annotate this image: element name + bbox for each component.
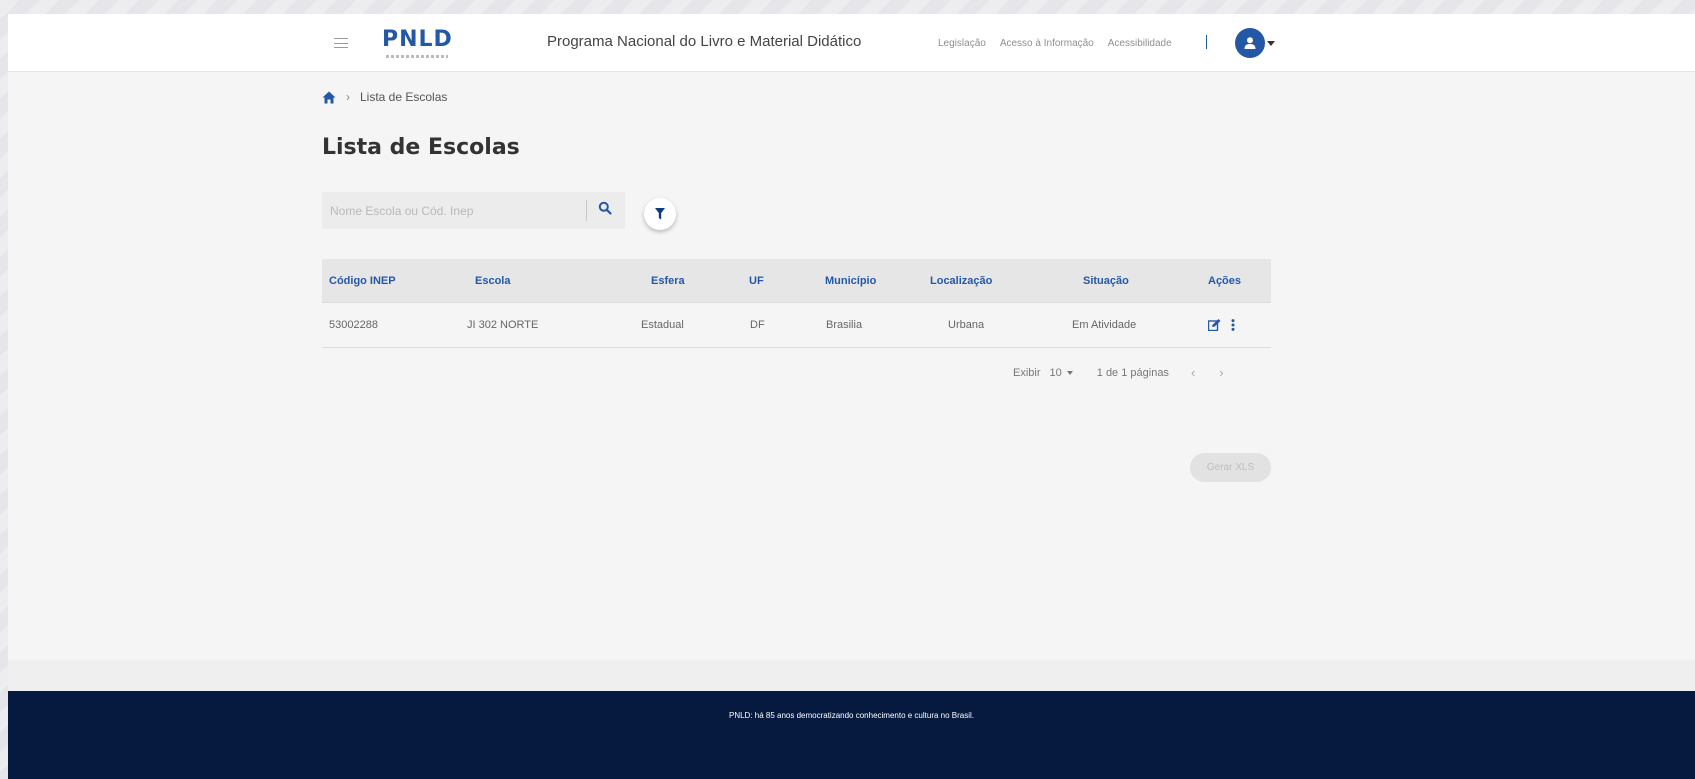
col-header-uf[interactable]: UF xyxy=(749,275,764,287)
col-header-esfera[interactable]: Esfera xyxy=(651,275,685,287)
user-avatar[interactable] xyxy=(1235,28,1265,58)
cell-codigo-inep: 53002288 xyxy=(329,319,378,331)
logo-tagline xyxy=(386,55,448,58)
nav-link-acesso-informacao[interactable]: Acesso à Informação xyxy=(1000,38,1094,49)
page-info: 1 de 1 páginas xyxy=(1096,366,1169,379)
avatar-chevron-down-icon[interactable] xyxy=(1267,41,1275,46)
pagination: Exibir 10 1 de 1 páginas ‹ › xyxy=(1013,365,1248,380)
home-icon[interactable] xyxy=(322,91,336,104)
footer-spacer xyxy=(8,660,1695,691)
col-header-situacao[interactable]: Situação xyxy=(1083,275,1129,287)
top-header: PNLD Programa Nacional do Livro e Materi… xyxy=(8,14,1695,72)
cell-esfera: Estadual xyxy=(641,319,684,331)
filter-button[interactable] xyxy=(644,198,676,230)
col-header-municipio[interactable]: Município xyxy=(825,275,876,287)
cell-escola: JI 302 NORTE xyxy=(467,319,539,331)
nav-link-acessibilidade[interactable]: Acessibilidade xyxy=(1108,38,1172,49)
search-icon xyxy=(598,201,612,215)
filter-icon xyxy=(655,208,665,220)
breadcrumb: › Lista de Escolas xyxy=(322,90,447,104)
table-header: Código INEP Escola Esfera UF Município L… xyxy=(322,259,1271,303)
footer: PNLD: há 85 anos democratizando conhecim… xyxy=(8,691,1695,779)
search-divider xyxy=(586,200,587,221)
col-header-localizacao[interactable]: Localização xyxy=(930,275,992,287)
cell-localizacao: Urbana xyxy=(948,319,985,331)
header-nav: Legislação Acesso à Informação Acessibil… xyxy=(938,38,1172,49)
per-page-select[interactable]: 10 xyxy=(1050,367,1073,379)
search-input[interactable] xyxy=(322,192,584,229)
table-row[interactable]: 53002288 JI 302 NORTE Estadual DF Brasil… xyxy=(322,303,1271,348)
logo-text: PNLD xyxy=(382,27,453,52)
page-title: Lista de Escolas xyxy=(322,135,520,160)
next-page-button[interactable]: › xyxy=(1219,365,1223,380)
prev-page-button[interactable]: ‹ xyxy=(1191,365,1195,380)
breadcrumb-current: Lista de Escolas xyxy=(360,90,448,104)
col-header-escola[interactable]: Escola xyxy=(475,275,510,287)
nav-separator xyxy=(1206,35,1207,49)
app-window: PNLD Programa Nacional do Livro e Materi… xyxy=(8,14,1695,779)
nav-link-legislacao[interactable]: Legislação xyxy=(938,38,986,49)
footer-text: PNLD: há 85 anos democratizando conhecim… xyxy=(728,711,975,720)
col-header-codigo-inep[interactable]: Código INEP xyxy=(329,275,396,287)
breadcrumb-chevron-right-icon: › xyxy=(346,90,350,104)
pnld-logo[interactable]: PNLD xyxy=(382,28,452,62)
schools-table: Código INEP Escola Esfera UF Município L… xyxy=(322,259,1271,348)
per-page-value: 10 xyxy=(1049,366,1062,379)
user-icon xyxy=(1244,37,1256,49)
header-title: Programa Nacional do Livro e Material Di… xyxy=(547,33,862,50)
cell-acoes xyxy=(1208,319,1235,331)
gerar-xls-button[interactable]: Gerar XLS xyxy=(1190,453,1271,482)
cell-situacao: Em Atividade xyxy=(1072,319,1137,331)
col-header-acoes: Ações xyxy=(1208,274,1242,287)
per-page-chevron-down-icon xyxy=(1066,370,1073,375)
search-button[interactable] xyxy=(598,201,618,221)
search-box xyxy=(322,192,625,229)
edit-icon[interactable] xyxy=(1208,319,1221,331)
per-page-label: Exibir xyxy=(1013,366,1041,379)
cell-municipio: Brasilia xyxy=(826,319,863,331)
more-options-icon[interactable] xyxy=(1231,319,1235,331)
cell-uf: DF xyxy=(750,319,765,331)
hamburger-menu-icon[interactable] xyxy=(334,38,348,48)
